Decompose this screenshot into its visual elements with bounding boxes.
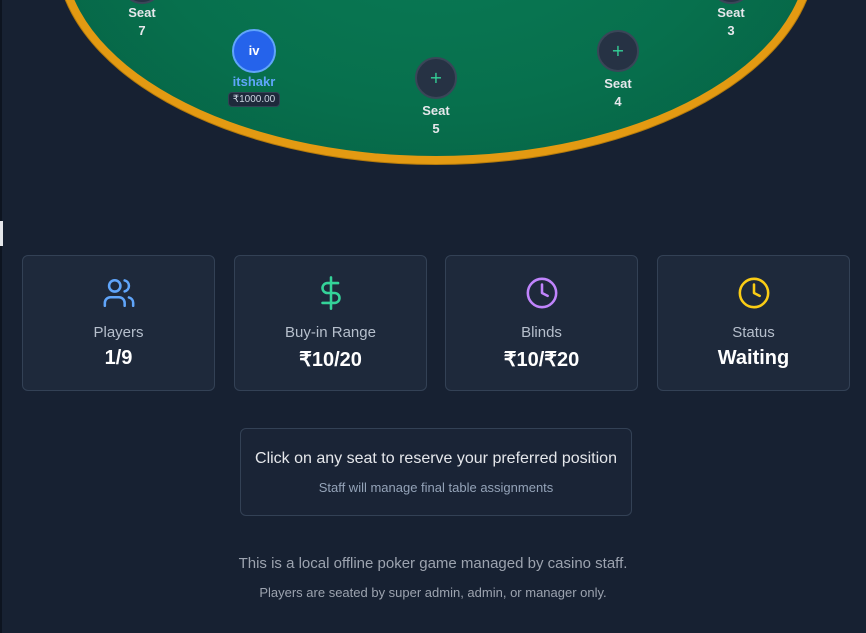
player-stack: ₹1000.00 bbox=[227, 92, 281, 107]
dollar-icon bbox=[235, 276, 426, 310]
seat-4[interactable]: + Seat 4 bbox=[592, 30, 644, 111]
plus-icon: + bbox=[611, 41, 625, 60]
seat-4-number: 4 bbox=[614, 94, 622, 109]
player-name: itshakr bbox=[232, 74, 276, 89]
clock-icon bbox=[658, 276, 849, 310]
scroll-indicator[interactable] bbox=[0, 221, 3, 246]
players-value: 1/9 bbox=[104, 347, 133, 369]
status-card: Status Waiting bbox=[657, 255, 850, 391]
clock-icon bbox=[446, 276, 637, 310]
info-main-text: Click on any seat to reserve your prefer… bbox=[255, 450, 617, 467]
seat-3-number: 3 bbox=[727, 23, 735, 38]
seat-7-label: Seat bbox=[128, 5, 156, 20]
blinds-card: Blinds ₹10/₹20 bbox=[445, 255, 638, 391]
seat-7-number: 7 bbox=[138, 23, 146, 38]
seat-4-button[interactable]: + bbox=[597, 30, 639, 72]
blinds-label: Blinds bbox=[521, 324, 562, 341]
players-label: Players bbox=[93, 324, 144, 341]
status-value: Waiting bbox=[717, 347, 790, 369]
buyin-value: ₹10/20 bbox=[299, 349, 362, 371]
footer-subnote: Players are seated by super admin, admin… bbox=[259, 585, 607, 600]
blinds-value: ₹10/₹20 bbox=[503, 349, 580, 371]
seat-3-label: Seat bbox=[717, 5, 745, 20]
seat-7[interactable]: Seat 7 bbox=[116, 0, 168, 40]
seat-4-label: Seat bbox=[604, 76, 632, 91]
seat-occupied-player[interactable]: iv itshakr ₹1000.00 bbox=[224, 29, 284, 107]
status-label: Status bbox=[732, 324, 775, 341]
seat-info-box: Click on any seat to reserve your prefer… bbox=[240, 428, 632, 516]
seat-5-button[interactable]: + bbox=[415, 57, 457, 99]
footer-note: This is a local offline poker game manag… bbox=[238, 555, 628, 572]
seat-5[interactable]: + Seat 5 bbox=[410, 57, 462, 138]
seat-3[interactable]: Seat 3 bbox=[705, 0, 757, 40]
seat-5-number: 5 bbox=[432, 121, 440, 136]
users-icon bbox=[23, 276, 214, 310]
player-avatar[interactable]: iv bbox=[232, 29, 276, 73]
buyin-label: Buy-in Range bbox=[285, 324, 376, 341]
left-edge bbox=[0, 0, 2, 633]
plus-icon: + bbox=[429, 68, 443, 87]
seat-5-label: Seat bbox=[422, 103, 450, 118]
info-sub-text: Staff will manage final table assignment… bbox=[318, 480, 554, 495]
buyin-card: Buy-in Range ₹10/20 bbox=[234, 255, 427, 391]
players-card: Players 1/9 bbox=[22, 255, 215, 391]
